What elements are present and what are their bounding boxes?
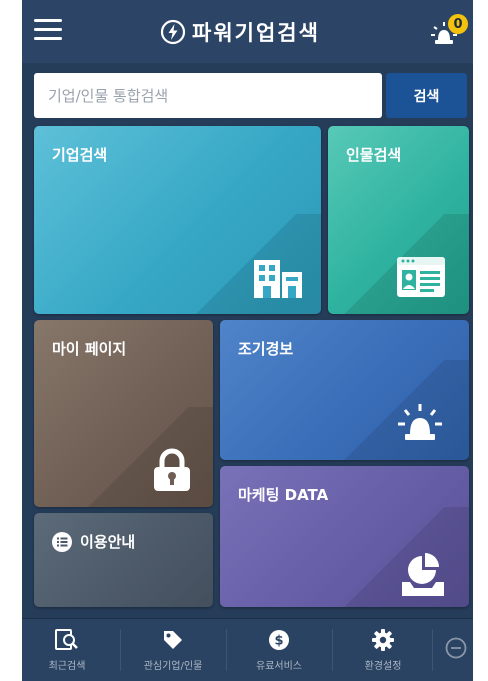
nav-recent-search[interactable]: 최근검색 bbox=[22, 619, 112, 681]
tile-early-alert[interactable]: 조기경보 bbox=[220, 320, 469, 460]
nav-settings-label: 환경설정 bbox=[364, 661, 402, 672]
lock-icon bbox=[154, 448, 190, 491]
chart-tray-icon bbox=[402, 553, 444, 596]
siren-icon bbox=[398, 404, 442, 440]
app-header: 파워기업검색 0 bbox=[22, 0, 473, 63]
id-card-icon bbox=[397, 257, 445, 297]
alarm-button[interactable]: 0 bbox=[428, 14, 468, 48]
nav-settings[interactable]: 환경설정 bbox=[338, 619, 428, 681]
nav-favorites[interactable]: 관심기업/인물 bbox=[128, 619, 218, 681]
tile-marketing-data[interactable]: 마케팅 DATA bbox=[220, 466, 469, 607]
dollar-icon: $ bbox=[269, 630, 289, 650]
building-icon bbox=[254, 260, 302, 298]
hamburger-menu-icon[interactable] bbox=[34, 19, 62, 43]
tile-marketing-data-label: 마케팅 DATA bbox=[238, 486, 329, 504]
tile-person-search[interactable]: 인물검색 bbox=[328, 126, 469, 314]
minus-circle-icon[interactable] bbox=[445, 637, 467, 659]
tile-early-alert-label: 조기경보 bbox=[238, 340, 294, 358]
gear-icon bbox=[372, 629, 394, 651]
alarm-count-badge: 0 bbox=[448, 14, 468, 34]
search-input[interactable] bbox=[34, 73, 382, 118]
tile-company-search[interactable]: 기업검색 bbox=[34, 126, 321, 314]
nav-favorites-label: 관심기업/인물 bbox=[143, 661, 203, 672]
tag-icon bbox=[164, 631, 182, 649]
app-screen: 파워기업검색 0 검색 기업검색 bbox=[22, 0, 473, 681]
tile-person-search-label: 인물검색 bbox=[346, 146, 402, 164]
recent-search-icon bbox=[55, 629, 78, 650]
app-logo: 파워기업검색 bbox=[160, 14, 320, 50]
tile-my-page-label: 마이 페이지 bbox=[52, 340, 127, 358]
tile-user-guide-label: 이용안내 bbox=[80, 533, 136, 551]
app-title: 파워기업검색 bbox=[192, 21, 320, 45]
nav-paid-service[interactable]: $ 유료서비스 bbox=[234, 619, 324, 681]
svg-text:$: $ bbox=[274, 634, 283, 649]
tile-my-page[interactable]: 마이 페이지 bbox=[34, 320, 213, 507]
tile-company-search-label: 기업검색 bbox=[52, 146, 108, 164]
nav-paid-service-label: 유료서비스 bbox=[256, 661, 302, 672]
search-button[interactable]: 검색 bbox=[386, 73, 467, 118]
tile-user-guide[interactable]: 이용안내 bbox=[34, 513, 213, 607]
nav-recent-search-label: 최근검색 bbox=[48, 661, 86, 672]
bottom-navigation: 최근검색 관심기업/인물 $ 유료서비스 환경설정 bbox=[22, 618, 473, 681]
lightning-icon bbox=[160, 19, 186, 45]
list-icon bbox=[52, 531, 72, 552]
